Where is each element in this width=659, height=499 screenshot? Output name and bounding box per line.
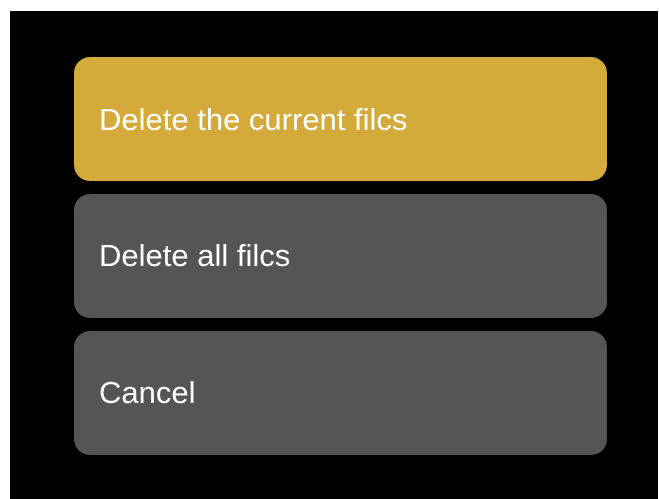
option-label: Delete the current filcs: [99, 102, 408, 137]
cancel-option[interactable]: Cancel: [74, 331, 607, 455]
delete-current-files-option[interactable]: Delete the current filcs: [74, 57, 607, 181]
option-label: Delete all filcs: [99, 238, 291, 273]
dialog-screen: Delete the current filcs Delete all filc…: [10, 11, 658, 499]
option-label: Cancel: [99, 375, 196, 410]
delete-all-files-option[interactable]: Delete all filcs: [74, 194, 607, 318]
